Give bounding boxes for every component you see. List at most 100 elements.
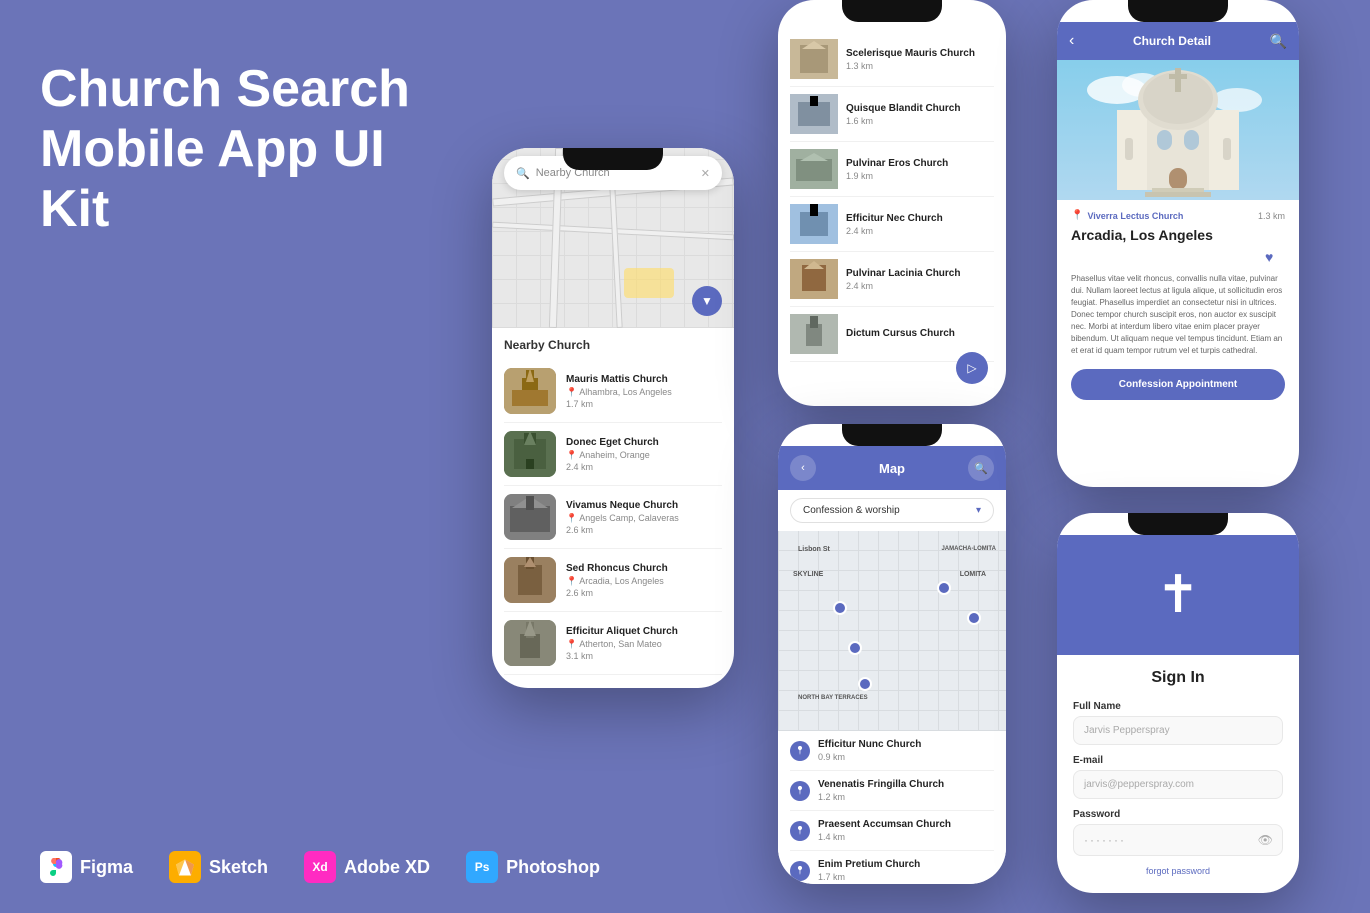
church-thumbnail	[790, 149, 838, 189]
sketch-icon	[169, 851, 201, 883]
email-input[interactable]: jarvis@pepperspray.com	[1073, 770, 1283, 799]
list-item[interactable]: Pulvinar Lacinia Church 2.4 km	[790, 252, 994, 307]
back-button[interactable]: ‹	[1069, 32, 1074, 50]
phone-detail: ‹ Church Detail 🔍	[1057, 0, 1299, 487]
tool-ps: Ps Photoshop	[466, 851, 600, 883]
favorite-button[interactable]: ♥	[1265, 247, 1285, 267]
list-item[interactable]: Efficitur Aliquet Church 📍Atherton, San …	[504, 612, 722, 675]
chevron-down-icon: ▾	[976, 505, 981, 516]
church-info: Pulvinar Eros Church 1.9 km	[846, 158, 948, 181]
list-item[interactable]: Donec Eget Church 📍Anaheim, Orange 2.4 k…	[504, 423, 722, 486]
church-hero-image	[1057, 60, 1299, 200]
church-thumbnail	[504, 368, 556, 414]
church-name: Pulvinar Lacinia Church	[846, 268, 960, 279]
church-info: Mauris Mattis Church 📍Alhambra, Los Ange…	[566, 374, 722, 409]
close-icon[interactable]: ✕	[701, 167, 710, 180]
phone-signin: ✝ Sign In Full Name Jarvis Pepperspray E…	[1057, 513, 1299, 893]
fullname-placeholder: Jarvis Pepperspray	[1084, 725, 1170, 736]
list-item[interactable]: Sed Rhoncus Church 📍Arcadia, Los Angeles…	[504, 549, 722, 612]
church-distance: 2.4 km	[566, 462, 722, 472]
church-list-2: Scelerisque Mauris Church 1.3 km Quisque…	[778, 24, 1006, 370]
church-thumbnail	[504, 620, 556, 666]
location-icon: 📍	[1071, 210, 1083, 221]
church-distance: 1.2 km	[818, 792, 944, 802]
phone-notch	[1128, 513, 1228, 535]
map-highlight	[624, 268, 674, 298]
phone-list: Scelerisque Mauris Church 1.3 km Quisque…	[778, 0, 1006, 406]
map-label-northbay: NORTH BAY TERRACES	[798, 695, 868, 701]
signin-header: ✝	[1057, 535, 1299, 655]
church-name: Praesent Accumsan Church	[818, 819, 951, 830]
list-item[interactable]: Quisque Blandit Church 1.6 km	[790, 87, 994, 142]
church-distance: 3.1 km	[566, 651, 722, 661]
map-pin-2	[833, 601, 847, 615]
list-item[interactable]: Efficitur Nec Church 2.4 km	[790, 197, 994, 252]
church-thumbnail	[790, 204, 838, 244]
show-password-icon[interactable]: 👁	[1258, 833, 1273, 847]
phone-search: 🔍 Nearby Church ✕ ▼ Nearby Church Mauris…	[492, 148, 734, 688]
list-item[interactable]: Praesent Accumsan Church 1.4 km	[790, 811, 994, 851]
church-name: Scelerisque Mauris Church	[846, 48, 975, 59]
map-pin-3	[967, 611, 981, 625]
church-thumbnail	[790, 314, 838, 354]
tool-xd: Xd Adobe XD	[304, 851, 430, 883]
church-info: Efficitur Nunc Church 0.9 km	[818, 739, 921, 762]
map-pin-4	[848, 641, 862, 655]
password-input[interactable]: ·······	[1073, 824, 1283, 856]
church-distance: 0.9 km	[818, 752, 921, 762]
category-bar: Confession & worship ▾	[778, 490, 1006, 531]
signin-title: Sign In	[1073, 669, 1283, 687]
map-label-lisbon: Lisbon St	[798, 546, 830, 553]
church-location-name: Viverra Lectus Church	[1087, 211, 1183, 221]
list-item[interactable]: Venenatis Fringilla Church 1.2 km	[790, 771, 994, 811]
phone-notch	[842, 424, 942, 446]
list-item[interactable]: Efficitur Nunc Church 0.9 km	[790, 731, 994, 771]
church-distance: 1.7 km	[818, 872, 920, 882]
church-name: Enim Pretium Church	[818, 859, 920, 870]
signin-body: Sign In Full Name Jarvis Pepperspray E-m…	[1057, 655, 1299, 890]
church-info: Venenatis Fringilla Church 1.2 km	[818, 779, 944, 802]
church-info: Dictum Cursus Church	[846, 328, 955, 341]
xd-icon: Xd	[304, 851, 336, 883]
category-dropdown[interactable]: Confession & worship ▾	[790, 498, 994, 523]
phone-notch	[842, 0, 942, 22]
detail-title: Church Detail	[1133, 34, 1211, 48]
list-item[interactable]: Mauris Mattis Church 📍Alhambra, Los Ange…	[504, 360, 722, 423]
search-button[interactable]: 🔍	[1270, 33, 1287, 50]
church-distance: 2.4 km	[846, 281, 960, 291]
email-label: E-mail	[1073, 755, 1283, 766]
detail-header: ‹ Church Detail 🔍	[1057, 22, 1299, 60]
church-name: Venenatis Fringilla Church	[818, 779, 944, 790]
filter-button[interactable]: ▼	[692, 286, 722, 316]
church-distance: 1.3 km	[846, 61, 975, 71]
church-name: Efficitur Nunc Church	[818, 739, 921, 750]
navigate-button[interactable]: ▷	[956, 352, 988, 384]
search-button[interactable]: 🔍	[968, 455, 994, 481]
password-placeholder: ·······	[1084, 833, 1126, 847]
list-item[interactable]: Vivamus Neque Church 📍Angels Camp, Calav…	[504, 486, 722, 549]
section-title: Nearby Church	[504, 328, 722, 360]
list-item[interactable]: Pulvinar Eros Church 1.9 km	[790, 142, 994, 197]
church-thumbnail	[790, 259, 838, 299]
back-button[interactable]: ‹	[790, 455, 816, 481]
church-city-name: Arcadia, Los Angeles	[1071, 227, 1285, 243]
church-location: 📍Alhambra, Los Angeles	[566, 387, 722, 398]
list-item[interactable]: Enim Pretium Church 1.7 km	[790, 851, 994, 884]
church-thumbnail	[504, 494, 556, 540]
church-location: 📍Angels Camp, Calaveras	[566, 513, 722, 524]
map-view[interactable]: Lisbon St SKYLINE LOMITA JAMACHA-LOMITA …	[778, 531, 1006, 731]
email-placeholder: jarvis@pepperspray.com	[1084, 779, 1194, 790]
church-name: Vivamus Neque Church	[566, 500, 722, 511]
list-item[interactable]: Scelerisque Mauris Church 1.3 km	[790, 32, 994, 87]
map-background: 🔍 Nearby Church ✕ ▼	[492, 148, 734, 328]
detail-body: 📍 Viverra Lectus Church 1.3 km Arcadia, …	[1057, 200, 1299, 410]
church-thumbnail	[504, 431, 556, 477]
forgot-password-link[interactable]: forgot password	[1073, 866, 1283, 876]
church-info: Donec Eget Church 📍Anaheim, Orange 2.4 k…	[566, 437, 722, 472]
map-title: Map	[879, 461, 905, 476]
church-location: 📍Atherton, San Mateo	[566, 639, 722, 650]
appointment-button[interactable]: Confession Appointment	[1071, 369, 1285, 400]
map-header: ‹ Map 🔍	[778, 446, 1006, 490]
map-label-jamacha: JAMACHA-LOMITA	[941, 546, 996, 552]
fullname-input[interactable]: Jarvis Pepperspray	[1073, 716, 1283, 745]
